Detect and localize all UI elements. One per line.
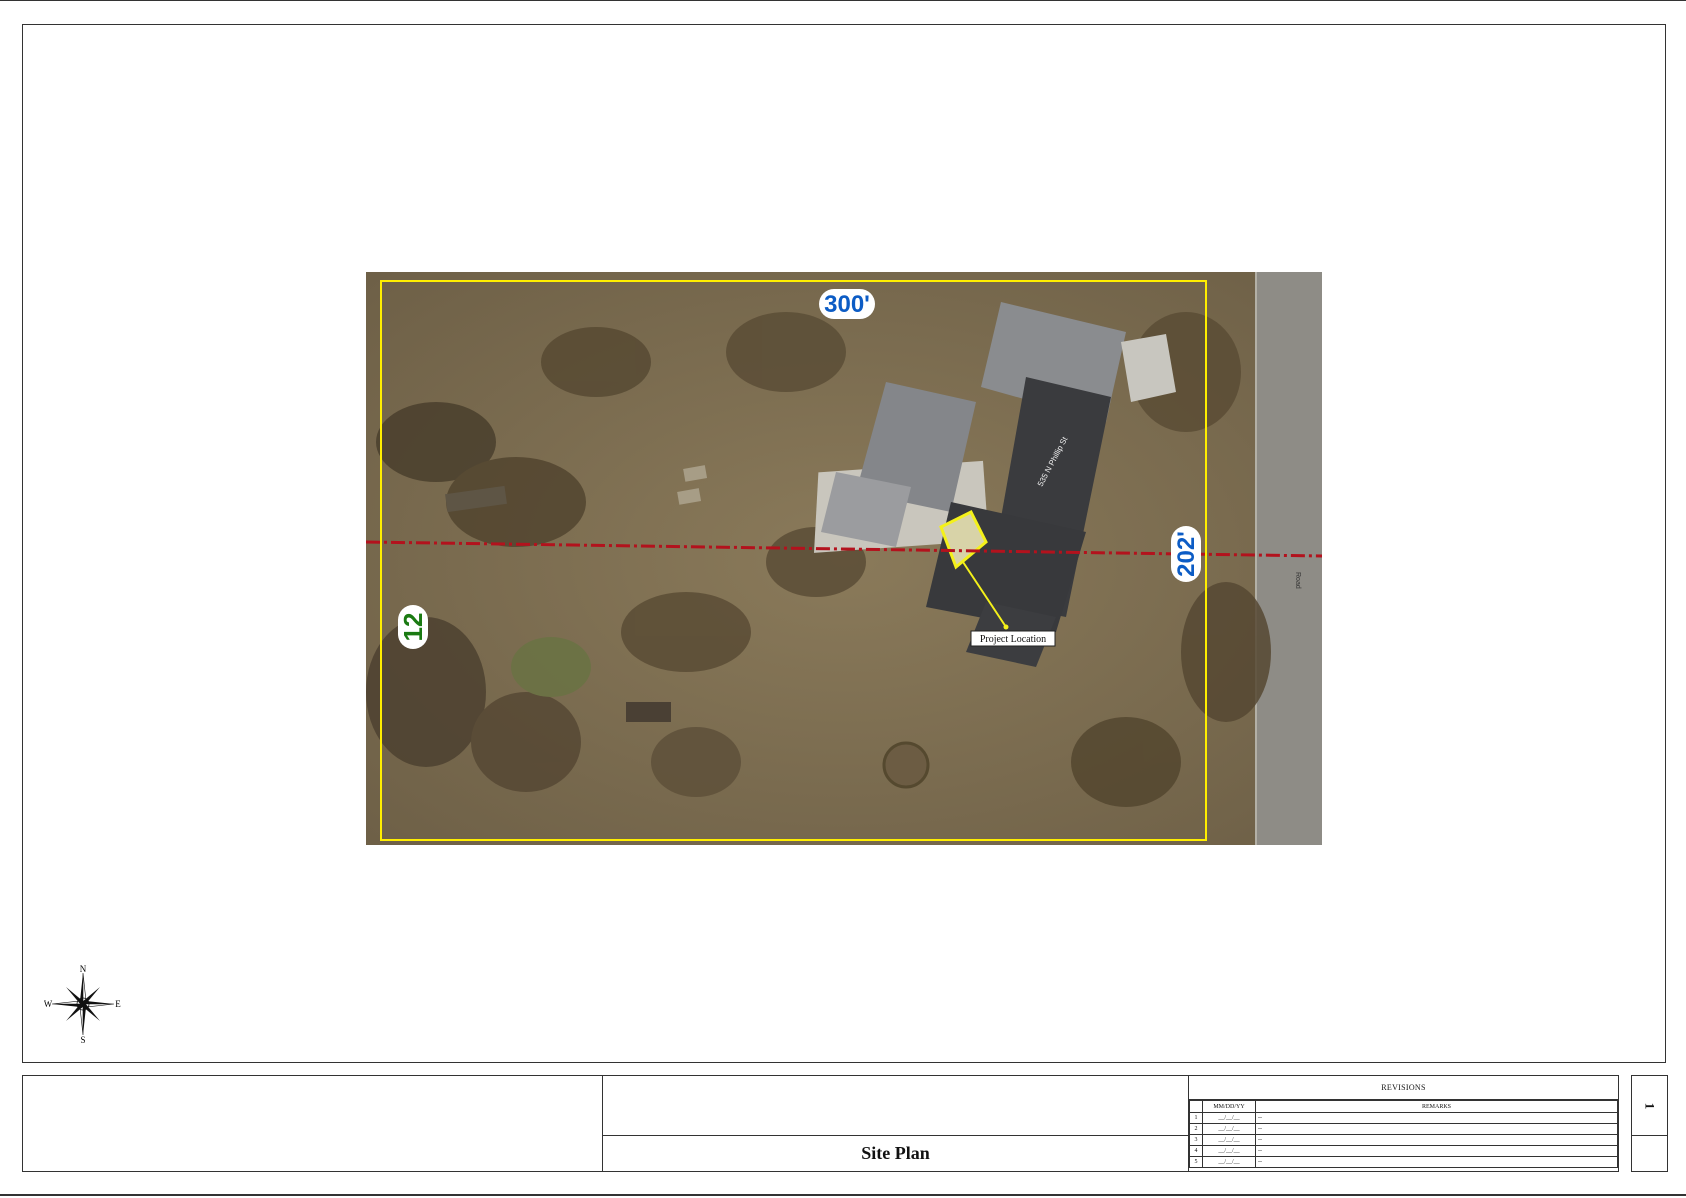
road [1256,272,1322,845]
road-label: Road [1294,572,1301,589]
rev-col-date: MM/DD/YY [1202,1100,1256,1113]
rev-col-remarks: REMARKS [1255,1100,1618,1113]
revision-row: 1 __/__/__ -- [1189,1112,1618,1124]
compass-s: S [80,1035,85,1043]
revision-row: 4 __/__/__ -- [1189,1145,1618,1157]
svg-text:Project Location: Project Location [980,634,1046,645]
left-label: 12 [398,605,428,649]
revision-row: 2 __/__/__ -- [1189,1123,1618,1135]
title-block-info-area [603,1076,1188,1136]
title-block: Site Plan REVISIONS MM/DD/YY REMARKS 1 _… [22,1075,1619,1172]
project-location-callout: Project Location [970,630,1056,647]
revisions-panel: REVISIONS MM/DD/YY REMARKS 1 __/__/__ --… [1189,1076,1618,1171]
sheet-number: 1 [1642,1102,1658,1109]
sheet-top-edge [0,0,1686,1]
dimension-top: 300' [819,289,875,319]
svg-text:12: 12 [398,613,428,642]
rev-col-num [1189,1100,1203,1113]
compass-e: E [115,999,121,1009]
sheet-title: Site Plan [861,1143,930,1163]
sheet-number-box: 1 [1631,1075,1668,1172]
revisions-title: REVISIONS [1189,1076,1618,1100]
north-arrow: N S W E [44,964,122,1045]
revision-row: 5 __/__/__ -- [1189,1156,1618,1168]
svg-text:300': 300' [824,291,870,318]
svg-text:202': 202' [1173,531,1200,577]
compass-n: N [80,965,87,974]
revisions-table: MM/DD/YY REMARKS 1 __/__/__ -- 2 __/__/_… [1189,1100,1618,1168]
dimension-right: 202' [1171,526,1201,582]
title-block-left-panel [23,1076,603,1171]
compass-star-icon [51,972,115,1036]
sheet-number-area: 1 [1632,1076,1667,1136]
sheet-bottom-edge [0,1194,1686,1196]
revision-row: 3 __/__/__ -- [1189,1134,1618,1146]
compass-w: W [44,999,53,1009]
title-block-middle-panel: Site Plan [603,1076,1189,1171]
aerial-site-image: Road 300' 202' 12 535 N Phillip St Proje… [366,272,1322,845]
